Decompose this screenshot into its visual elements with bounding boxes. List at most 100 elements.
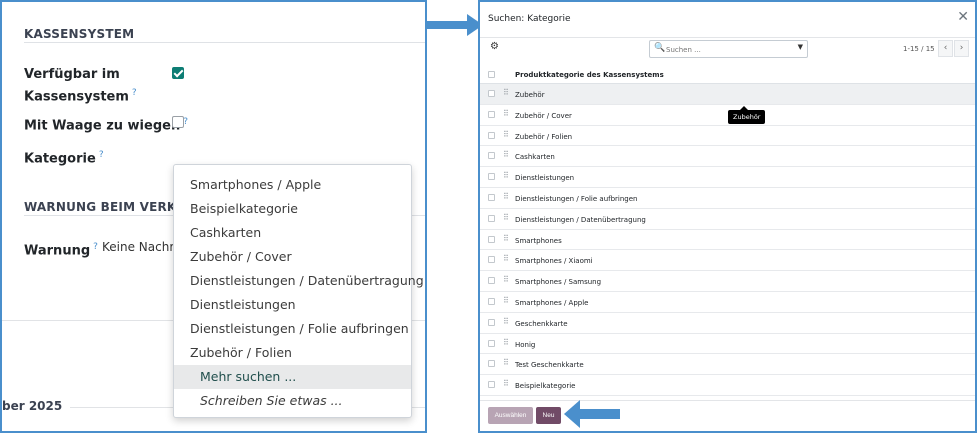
table-row[interactable]: ⠿ Smartphones / Xiaomi [480,250,975,272]
search-input[interactable] [666,43,786,56]
dropdown-item[interactable]: Cashkarten [174,221,411,245]
row-label: Test Geschenkkarte [515,361,584,370]
dropdown-item[interactable]: Smartphones / Apple [174,173,411,197]
select-button[interactable]: Auswählen [488,407,533,424]
section-divider [24,42,425,43]
caret-down-icon[interactable]: ▼ [798,43,803,51]
row-checkbox[interactable] [488,339,495,347]
help-icon[interactable]: ? [132,88,137,98]
table-row[interactable]: ⠿ Cashkarten [480,146,975,168]
table-row[interactable]: ⠿ Smartphones / Apple [480,292,975,313]
drag-handle-icon[interactable]: ⠿ [503,109,509,118]
table-row[interactable]: ⠿ Honig [480,334,975,355]
row-checkbox[interactable] [488,131,495,139]
drag-handle-icon[interactable]: ⠿ [503,276,509,284]
table-row[interactable]: ⠿ Dienstleistungen [480,167,975,188]
row-label: Smartphones [515,236,562,245]
row-label: Smartphones / Xiaomi [515,257,593,266]
row-checkbox[interactable] [488,110,495,118]
dropdown-item[interactable]: Beispielkategorie [174,197,411,221]
drag-handle-icon[interactable]: ⠿ [503,255,509,263]
drag-handle-icon[interactable]: ⠿ [503,89,509,97]
pager-value: 1-15 / 15 [903,45,935,53]
pager-next-button[interactable]: › [954,40,969,57]
row-checkbox[interactable] [488,173,495,181]
select-all-checkbox[interactable] [488,71,495,78]
table-header: Produktkategorie des Kassensystems [480,65,975,84]
weigh-checkbox[interactable] [172,116,184,128]
column-header: Produktkategorie des Kassensystems [515,71,664,79]
dropdown-item[interactable]: Dienstleistungen [174,293,411,317]
row-checkbox[interactable] [488,90,495,97]
row-checkbox[interactable] [488,381,495,389]
search-dialog: Suchen: Kategorie ✕ ⚙ 🔍 ▼ 1-15 / 15 ‹ › … [478,0,977,433]
search-more-item[interactable]: Mehr suchen ... [174,365,411,389]
arrow-right-icon [427,14,483,36]
dialog-footer-divider [480,400,975,401]
category-dropdown: Smartphones / Apple Beispielkategorie Ca… [173,164,424,418]
search-icon: 🔍 [654,43,666,53]
row-label: Beispielkategorie [515,382,576,391]
pager-prev-button[interactable]: ‹ [938,40,953,57]
drag-handle-icon[interactable]: ⠿ [503,338,509,347]
warning-label: Warnung? [24,242,98,259]
arrow-left-icon [564,400,620,428]
table-row[interactable]: ⠿ Dienstleistungen / Datenübertragung [480,209,975,230]
help-icon[interactable]: ? [99,150,104,160]
close-icon[interactable]: ✕ [957,10,969,24]
table-row[interactable]: ⠿ Zubehör [480,84,975,105]
date-fragment: ber 2025 [2,399,63,413]
row-label: Smartphones / Apple [515,298,589,307]
drag-handle-icon[interactable]: ⠿ [503,296,509,305]
row-checkbox[interactable] [488,277,495,285]
drag-handle-icon[interactable]: ⠿ [503,130,509,139]
help-icon[interactable]: ? [93,242,98,252]
drag-handle-icon[interactable]: ⠿ [503,192,509,201]
table-row[interactable]: ⠿ Dienstleistungen / Folie aufbringen [480,188,975,209]
row-label: Cashkarten [515,153,555,162]
weigh-label: Mit Waage zu wiegen? [24,117,188,134]
dropdown-item[interactable]: Zubehör / Cover [174,245,411,269]
available-in-pos-checkbox[interactable] [172,67,184,79]
row-label: Geschenkkarte [515,319,568,328]
row-checkbox[interactable] [488,360,495,368]
row-checkbox[interactable] [488,214,495,222]
table-row[interactable]: ⠿ Zubehör / Folien [480,126,975,147]
row-label: Dienstleistungen [515,174,575,183]
row-label: Honig [515,340,536,349]
table-row[interactable]: ⠿ Beispielkategorie [480,375,975,396]
dialog-title: Suchen: Kategorie [488,14,571,24]
row-checkbox[interactable] [488,318,495,326]
row-checkbox[interactable] [488,235,495,243]
category-label: Kategorie? [24,150,104,167]
drag-handle-icon[interactable]: ⠿ [503,213,509,222]
row-checkbox[interactable] [488,256,495,264]
drag-handle-icon[interactable]: ⠿ [503,380,509,388]
row-label: Dienstleistungen / Folie aufbringen [515,194,638,203]
row-checkbox[interactable] [488,152,495,160]
table-row[interactable]: ⠿ Smartphones [480,230,975,251]
table-row[interactable]: ⠿ Geschenkkarte [480,313,975,334]
table-row[interactable]: ⠿ Test Geschenkkarte [480,354,975,376]
new-button[interactable]: Neu [536,407,561,424]
dropdown-item[interactable]: Dienstleistungen / Folie aufbringen [174,317,411,341]
row-checkbox[interactable] [488,297,495,305]
dialog-header: Suchen: Kategorie ✕ [480,2,975,38]
dropdown-item[interactable]: Zubehör / Folien [174,341,411,365]
drag-handle-icon[interactable]: ⠿ [503,151,509,159]
dropdown-item[interactable]: Dienstleistungen / Datenübertragung [174,269,424,293]
search-box: 🔍 ▼ [649,40,808,58]
drag-handle-icon[interactable]: ⠿ [503,172,509,180]
product-form-panel: KASSENSYSTEM Verfügbar im Kassensystem? … [0,0,427,433]
gear-icon[interactable]: ⚙ [490,41,499,52]
drag-handle-icon[interactable]: ⠿ [503,234,509,243]
drag-handle-icon[interactable]: ⠿ [503,317,509,326]
row-label: Zubehör [515,91,545,99]
row-checkbox[interactable] [488,193,495,201]
table-row[interactable]: ⠿ Smartphones / Samsung [480,271,975,292]
create-item[interactable]: Schreiben Sie etwas ... [174,389,411,413]
drag-handle-icon[interactable]: ⠿ [503,359,509,367]
row-label: Zubehör / Folien [515,132,573,141]
row-label: Zubehör / Cover [515,111,572,120]
row-label: Smartphones / Samsung [515,278,602,287]
